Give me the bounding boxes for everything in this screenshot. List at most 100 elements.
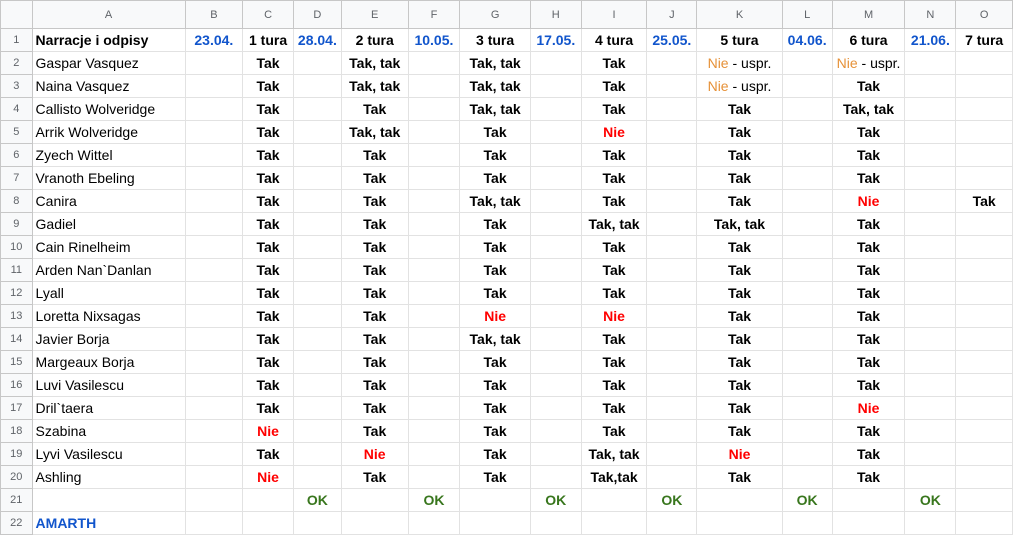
header-cell-m[interactable]: 6 tura (831, 28, 906, 52)
cell-f[interactable] (407, 373, 461, 397)
cell-i[interactable]: Tak (580, 373, 648, 397)
cell-l[interactable] (781, 212, 833, 236)
cell-o[interactable] (955, 143, 1013, 167)
cell-l[interactable] (781, 465, 833, 489)
cell-d[interactable] (292, 74, 342, 98)
cell-e[interactable]: Tak, tak (340, 74, 409, 98)
cell-o[interactable] (955, 281, 1013, 305)
header-cell-j[interactable]: 25.05. (646, 28, 698, 52)
cell-f[interactable] (407, 189, 461, 213)
cell-m[interactable]: Tak (831, 304, 906, 328)
character-name-cell[interactable]: Lyall (31, 281, 186, 305)
cell-c[interactable]: Tak (242, 442, 294, 466)
cell-b[interactable] (184, 189, 244, 213)
cell-b[interactable] (184, 373, 244, 397)
row-header-13[interactable]: 13 (0, 304, 33, 328)
row-header-9[interactable]: 9 (0, 212, 33, 236)
character-name-cell[interactable]: Gaspar Vasquez (31, 51, 186, 75)
header-cell-a[interactable]: Narracje i odpisy (31, 28, 186, 52)
cell-i[interactable]: Tak (580, 396, 648, 420)
cell-e[interactable]: Tak (340, 327, 409, 351)
cell-i[interactable]: Tak, tak (580, 212, 648, 236)
cell-i[interactable]: Tak (580, 74, 648, 98)
header-cell-k[interactable]: 5 tura (696, 28, 783, 52)
cell-d[interactable] (292, 442, 342, 466)
header-cell-d[interactable]: 28.04. (292, 28, 342, 52)
cell-f[interactable] (407, 97, 461, 121)
cell-n[interactable] (904, 166, 957, 190)
cell-l[interactable] (781, 143, 833, 167)
character-name-cell[interactable]: Arrik Wolveridge (31, 120, 186, 144)
cell-l[interactable] (781, 396, 833, 420)
cell-j[interactable] (646, 350, 698, 374)
empty-cell[interactable] (904, 511, 957, 535)
cell-j[interactable] (646, 74, 698, 98)
cell-e[interactable]: Tak (340, 212, 409, 236)
cell-b[interactable] (184, 258, 244, 282)
cell-n[interactable] (904, 189, 957, 213)
empty-cell[interactable] (459, 511, 531, 535)
cell-h[interactable] (529, 304, 582, 328)
character-name-cell[interactable]: Canira (31, 189, 186, 213)
cell-k[interactable]: Tak, tak (696, 212, 783, 236)
cell-d[interactable] (292, 258, 342, 282)
cell-j[interactable] (646, 396, 698, 420)
column-header-a[interactable]: A (31, 0, 186, 29)
cell-h[interactable] (529, 373, 582, 397)
cell-j[interactable] (646, 212, 698, 236)
cell-m[interactable]: Tak (831, 350, 906, 374)
header-cell-o[interactable]: 7 tura (955, 28, 1013, 52)
cell-f[interactable] (407, 465, 461, 489)
cell-o[interactable] (955, 465, 1013, 489)
cell-j[interactable] (646, 465, 698, 489)
cell-f[interactable] (407, 212, 461, 236)
cell-c[interactable]: Tak (242, 373, 294, 397)
cell-b[interactable] (184, 74, 244, 98)
cell-e[interactable]: Tak (340, 373, 409, 397)
cell-h[interactable] (529, 51, 582, 75)
cell-e[interactable]: Tak (340, 396, 409, 420)
header-cell-e[interactable]: 2 tura (340, 28, 409, 52)
cell-o[interactable] (955, 396, 1013, 420)
cell-b[interactable] (184, 442, 244, 466)
cell-k[interactable]: Tak (696, 419, 783, 443)
empty-cell[interactable] (646, 511, 698, 535)
cell-c[interactable]: Tak (242, 143, 294, 167)
cell-o[interactable] (955, 212, 1013, 236)
cell-j[interactable] (646, 442, 698, 466)
cell-m[interactable]: Tak (831, 442, 906, 466)
cell-d[interactable] (292, 51, 342, 75)
empty-cell[interactable] (955, 488, 1013, 512)
cell-e[interactable]: Tak (340, 350, 409, 374)
cell-n[interactable] (904, 281, 957, 305)
cell-l[interactable] (781, 166, 833, 190)
empty-cell[interactable] (955, 511, 1013, 535)
cell-h[interactable] (529, 350, 582, 374)
cell-j[interactable] (646, 327, 698, 351)
cell-o[interactable] (955, 373, 1013, 397)
cell-g[interactable]: Tak (459, 143, 531, 167)
cell-o[interactable]: Tak (955, 189, 1013, 213)
empty-cell[interactable] (580, 488, 648, 512)
cell-i[interactable]: Nie (580, 120, 648, 144)
column-header-m[interactable]: M (831, 0, 906, 29)
cell-j[interactable] (646, 419, 698, 443)
cell-c[interactable]: Tak (242, 281, 294, 305)
cell-h[interactable] (529, 442, 582, 466)
cell-g[interactable]: Tak (459, 373, 531, 397)
cell-n[interactable] (904, 304, 957, 328)
cell-j[interactable] (646, 143, 698, 167)
cell-o[interactable] (955, 166, 1013, 190)
row-header-11[interactable]: 11 (0, 258, 33, 282)
character-name-cell[interactable]: Zyech Wittel (31, 143, 186, 167)
row-header-22[interactable]: 22 (0, 511, 33, 535)
cell-b[interactable] (184, 120, 244, 144)
cell-g[interactable]: Tak (459, 465, 531, 489)
cell-n[interactable] (904, 373, 957, 397)
character-name-cell[interactable]: Margeaux Borja (31, 350, 186, 374)
cell-c[interactable]: Tak (242, 120, 294, 144)
cell-l[interactable] (781, 350, 833, 374)
row-header-4[interactable]: 4 (0, 97, 33, 121)
cell-e[interactable]: Tak (340, 235, 409, 259)
column-header-o[interactable]: O (955, 0, 1013, 29)
